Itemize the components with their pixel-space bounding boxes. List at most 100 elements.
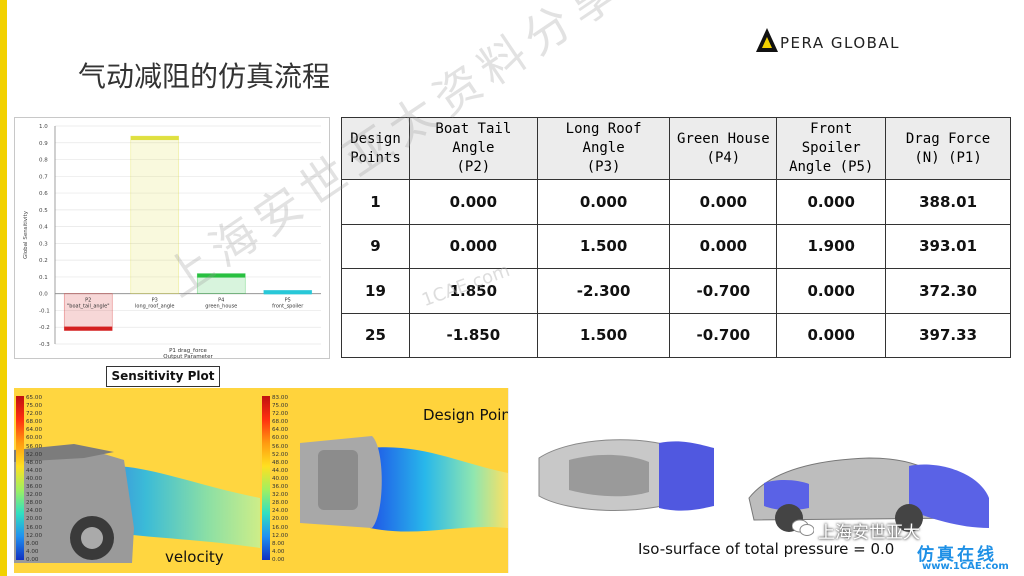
header-line: (N) (P1) xyxy=(914,149,982,166)
logo-text: PERA GLOBAL xyxy=(780,34,901,52)
table-cell: 1.500 xyxy=(536,223,671,269)
header-line: (P3) xyxy=(586,159,621,175)
y-tick-label: 1.0 xyxy=(39,124,48,130)
table-header-cell: Front Spoiler Angle (P5) xyxy=(776,117,887,180)
colorbar-tick-label: 44.00 xyxy=(272,467,289,474)
table-cell: -2.300 xyxy=(536,268,671,314)
colorbar-tick-label: 75.00 xyxy=(26,403,43,410)
table-cell: 0.000 xyxy=(408,179,538,225)
colorbar-tick-label: 68.00 xyxy=(272,419,289,426)
table-cell: -0.700 xyxy=(669,268,778,314)
colorbar-tick-label: 60.00 xyxy=(272,435,289,442)
y-tick-label: 0.8 xyxy=(39,158,48,164)
category-label: front_spoiler xyxy=(272,304,304,310)
colorbar-tick-label: 65.00 xyxy=(26,395,43,401)
side-colorbar-labels: 65.00 75.00 72.00 68.00 64.00 60.00 56.00 52.00… xyxy=(26,394,56,564)
header-line: Angle xyxy=(582,140,625,156)
table-cell: 372.30 xyxy=(885,268,1011,314)
y-tick-label: 0.2 xyxy=(39,258,48,264)
y-tick-label: 0.4 xyxy=(39,225,48,231)
header-line: (P4) xyxy=(706,149,741,166)
colorbar-tick-label: 64.00 xyxy=(26,427,43,434)
colorbar-tick-label: 12.00 xyxy=(26,532,43,539)
y-tick-label: 0.6 xyxy=(39,191,48,197)
header-line: Drag Force xyxy=(905,130,991,147)
top-colorbar xyxy=(262,396,270,560)
table-cell: 0.000 xyxy=(776,312,887,358)
colorbar-tick-label: 0.00 xyxy=(26,556,39,563)
colorbar-tick-label: 20.00 xyxy=(272,516,289,523)
accent-bar xyxy=(0,0,7,576)
y-tick-label: -0.1 xyxy=(39,308,50,314)
cfd-side-view: 65.00 75.00 72.00 68.00 64.00 60.00 56.00 52.00… xyxy=(14,388,260,573)
colorbar-tick-label: 72.00 xyxy=(26,411,43,418)
table-cell: 1.500 xyxy=(536,312,671,358)
x-axis-sublabel: Output Parameter xyxy=(163,354,213,360)
table-cell: 0.000 xyxy=(776,179,887,225)
table-cell: 388.01 xyxy=(885,179,1011,225)
y-tick-label: 0.5 xyxy=(39,208,48,214)
colorbar-tick-label: 72.00 xyxy=(272,411,289,418)
y-tick-label: -0.2 xyxy=(39,325,50,331)
colorbar-tick-label: 4.00 xyxy=(26,548,39,555)
colorbar-tick-label: 0.00 xyxy=(272,556,285,563)
table-row: 25 -1.850 1.500 -0.700 0.000 397.33 xyxy=(341,312,1011,358)
colorbar-tick-label: 48.00 xyxy=(26,459,43,466)
header-line: Angle (P5) xyxy=(789,159,874,175)
logo-triangle-icon xyxy=(756,28,778,52)
y-tick-label: 0.3 xyxy=(39,241,48,247)
colorbar-tick-label: 24.00 xyxy=(26,508,43,515)
table-cell: 0.000 xyxy=(776,268,887,314)
y-tick-label: 0.1 xyxy=(39,275,48,281)
colorbar-tick-label: 52.00 xyxy=(272,451,289,458)
table-cell: 0.000 xyxy=(669,179,778,225)
table-cell: 397.33 xyxy=(885,312,1011,358)
table-cell: 0.000 xyxy=(669,223,778,269)
colorbar-tick-label: 8.00 xyxy=(26,540,39,547)
table-row: 9 0.000 1.500 0.000 1.900 393.01 xyxy=(341,223,1011,269)
table-cell: 393.01 xyxy=(885,223,1011,269)
category-label: "boat_tail_angle" xyxy=(67,304,110,310)
colorbar-tick-label: 40.00 xyxy=(26,475,43,482)
colorbar-tick-label: 52.00 xyxy=(26,451,43,458)
bar-edge xyxy=(263,290,312,295)
site-url: www.1CAE.com xyxy=(922,561,1009,572)
table-cell: 9 xyxy=(341,223,410,269)
bar-edge xyxy=(64,326,113,331)
colorbar-tick-label: 56.00 xyxy=(26,443,43,450)
table-cell: 19 xyxy=(341,268,410,314)
y-tick-label: 0.9 xyxy=(39,141,48,147)
colorbar-tick-label: 64.00 xyxy=(272,427,289,434)
header-line: Green House xyxy=(677,130,770,147)
colorbar-tick-label: 12.00 xyxy=(272,532,289,539)
colorbar-tick-label: 36.00 xyxy=(26,484,43,491)
colorbar-tick-label: 32.00 xyxy=(26,492,43,499)
y-axis-label: Global Sensitivity xyxy=(23,210,29,259)
colorbar-tick-label: 16.00 xyxy=(272,524,289,531)
sensitivity-caption: Sensitivity Plot xyxy=(106,366,220,387)
colorbar-tick-label: 48.00 xyxy=(272,459,289,466)
side-colorbar xyxy=(16,396,24,560)
category-label: green_house xyxy=(205,304,237,310)
header-line: Spoiler xyxy=(801,140,861,156)
table-cell: 0.000 xyxy=(536,179,671,225)
pera-global-logo: PERA GLOBAL xyxy=(756,26,966,56)
wechat-account-text: 上海安世亚大 xyxy=(818,523,920,543)
colorbar-tick-label: 20.00 xyxy=(26,516,43,523)
colorbar-tick-label: 4.00 xyxy=(272,548,285,555)
colorbar-tick-label: 36.00 xyxy=(272,484,289,491)
top-colorbar-labels: 83.00 75.00 72.00 68.00 64.00 60.00 56.00 52.00… xyxy=(272,394,302,564)
colorbar-tick-label: 40.00 xyxy=(272,475,289,482)
header-line: Long Roof xyxy=(565,121,642,137)
colorbar-tick-label: 83.00 xyxy=(272,395,289,401)
table-header-cell: Green House (P4) xyxy=(669,117,778,180)
table-cell: 25 xyxy=(341,312,410,358)
table-header-cell: Long Roof Angle (P3) xyxy=(536,117,671,180)
colorbar-tick-label: 16.00 xyxy=(26,524,43,531)
colorbar-tick-label: 44.00 xyxy=(26,467,43,474)
colorbar-tick-label: 24.00 xyxy=(272,508,289,515)
table-header-cell: Drag Force (N) (P1) xyxy=(885,117,1011,180)
table-row: 1 0.000 0.000 0.000 0.000 388.01 xyxy=(341,179,1011,225)
colorbar-tick-label: 28.00 xyxy=(272,500,289,507)
design-points-table: Design Points Boat Tail Angle (P2) Long Roof A… xyxy=(341,117,1011,358)
